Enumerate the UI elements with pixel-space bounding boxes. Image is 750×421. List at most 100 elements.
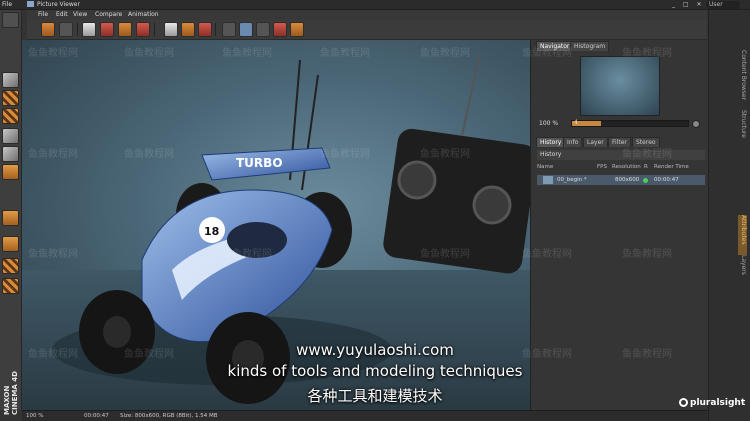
- subtitle-chinese: 各种工具和建模技术: [307, 387, 443, 405]
- viewer-toolbar: [27, 20, 707, 40]
- watermark: 鱼鱼教程网: [124, 349, 174, 360]
- tab-history[interactable]: History: [536, 137, 566, 147]
- navigator-thumbnail[interactable]: [580, 56, 660, 116]
- set-a-icon[interactable]: [273, 22, 287, 37]
- history-col-resolution[interactable]: Resolution: [612, 164, 641, 170]
- axis-mode-icon[interactable]: [2, 210, 19, 226]
- history-header: History: [537, 150, 705, 160]
- user-layout-tab[interactable]: User: [706, 1, 740, 9]
- render-region-icon[interactable]: [118, 22, 132, 37]
- single-view-icon[interactable]: [222, 22, 236, 37]
- watermark: 鱼鱼教程网: [420, 249, 470, 260]
- render-status-dot-icon: [643, 178, 648, 183]
- open-icon[interactable]: [41, 22, 55, 37]
- watermark: 鱼鱼教程网: [124, 149, 174, 160]
- window-title-label: Picture Viewer: [37, 1, 80, 8]
- zoom-apply-button[interactable]: [692, 120, 700, 128]
- menu-animation[interactable]: Animation: [128, 11, 159, 18]
- delete-icon[interactable]: [136, 22, 150, 37]
- fit-view-icon[interactable]: [256, 22, 270, 37]
- watermark: 鱼鱼教程网: [420, 48, 470, 59]
- tab-histogram[interactable]: Histogram: [570, 41, 610, 51]
- planar-workplane-icon[interactable]: [2, 278, 19, 294]
- history-col-r[interactable]: R: [644, 164, 648, 170]
- workplane-mode-icon[interactable]: [2, 108, 19, 124]
- history-row-render-time: 00:00:47: [654, 177, 679, 183]
- maxon-cinema4d-logo: MAXON CINEMA 4D: [3, 371, 19, 415]
- save-icon[interactable]: [59, 22, 73, 37]
- history-col-render-time[interactable]: Render Time: [654, 164, 689, 170]
- tab-structure[interactable]: Structure: [738, 110, 747, 160]
- watermark: 鱼鱼教程网: [622, 149, 672, 160]
- watermark: 鱼鱼教程网: [522, 249, 572, 260]
- car-number: 18: [204, 225, 219, 238]
- compare-a-icon[interactable]: [164, 22, 178, 37]
- side-strip: Content Browser Structure Attributes Lay…: [708, 10, 750, 421]
- tab-attributes[interactable]: Attributes: [738, 215, 747, 255]
- undo-icon[interactable]: [2, 12, 19, 28]
- watermark: 鱼鱼教程网: [320, 48, 370, 59]
- watermark: 鱼鱼教程网: [622, 249, 672, 260]
- history-col-name[interactable]: Name: [537, 164, 553, 170]
- polygons-mode-icon[interactable]: [2, 164, 19, 180]
- status-zoom[interactable]: 100 %: [26, 413, 43, 419]
- render-icon[interactable]: [82, 22, 96, 37]
- watermark: 鱼鱼教程网: [522, 48, 572, 59]
- picture-viewer-app: File Picture Viewer _ □ ✕ User File Edit…: [0, 0, 750, 421]
- navigator-zoom-slider[interactable]: [571, 120, 689, 127]
- picture-viewer-icon: [27, 1, 34, 7]
- watermark: 鱼鱼教程网: [28, 48, 78, 59]
- watermark: 鱼鱼教程网: [28, 249, 78, 260]
- pluralsight-logo: pluralsight: [690, 398, 746, 408]
- stop-render-icon[interactable]: [100, 22, 114, 37]
- status-info: Size: 800x600, RGB (8Bit), 1.54 MB: [120, 413, 218, 419]
- subtitle-english: kinds of tools and modeling techniques: [227, 362, 523, 380]
- watermark: 鱼鱼教程网: [420, 149, 470, 160]
- pluralsight-logo-icon: [679, 398, 688, 407]
- watermark: 鱼鱼教程网: [222, 48, 272, 59]
- history-row[interactable]: 00_begin * 800x600 00:00:47: [537, 175, 705, 185]
- history-columns: Name FPS Resolution R Render Time: [537, 164, 705, 173]
- menu-edit[interactable]: Edit: [56, 11, 68, 18]
- split-view-icon[interactable]: [239, 22, 253, 37]
- window-title: Picture Viewer: [27, 1, 80, 8]
- swap-icon[interactable]: [198, 22, 212, 37]
- menu-view[interactable]: View: [73, 11, 87, 18]
- tab-info[interactable]: Info: [563, 137, 583, 147]
- toolbar-separator: [77, 23, 78, 36]
- car-wing-label: TURBO: [236, 156, 283, 170]
- watermark: 鱼鱼教程网: [124, 48, 174, 59]
- model-mode-icon[interactable]: [2, 72, 19, 88]
- texture-mode-icon[interactable]: [2, 90, 19, 106]
- tab-content-browser[interactable]: Content Browser: [738, 50, 747, 110]
- lock-workplane-icon[interactable]: [2, 258, 19, 274]
- title-bar: File Picture Viewer _ □ ✕ User: [0, 0, 750, 10]
- left-toolbar: MAXON CINEMA 4D: [0, 10, 22, 415]
- tab-layer[interactable]: Layer: [583, 137, 608, 147]
- points-mode-icon[interactable]: [2, 128, 19, 144]
- menu-compare[interactable]: Compare: [95, 11, 122, 18]
- tab-layers[interactable]: Layers: [738, 255, 747, 285]
- status-bar: 100 % 00:00:47 Size: 800x600, RGB (8Bit)…: [22, 410, 708, 421]
- window-controls[interactable]: _ □ ✕: [672, 1, 705, 8]
- compare-b-icon[interactable]: [181, 22, 195, 37]
- watermark: 鱼鱼教程网: [222, 249, 272, 260]
- remote-control: [383, 51, 530, 274]
- history-thumbnail-icon: [543, 176, 553, 184]
- watermark: 鱼鱼教程网: [622, 48, 672, 59]
- watermark: 鱼鱼教程网: [28, 149, 78, 160]
- status-time: 00:00:47: [84, 413, 109, 419]
- navigator-zoom: 100 %: [539, 120, 559, 127]
- edges-mode-icon[interactable]: [2, 146, 19, 162]
- menu-file[interactable]: File: [38, 11, 48, 18]
- history-row-resolution: 800x600: [615, 177, 640, 183]
- history-row-name: 00_begin *: [557, 177, 587, 183]
- host-file-menu[interactable]: File: [2, 1, 12, 8]
- snap-icon[interactable]: [2, 236, 19, 252]
- watermark: 鱼鱼教程网: [28, 349, 78, 360]
- menu-bar: File Edit View Compare Animation: [27, 10, 707, 20]
- history-col-fps[interactable]: FPS: [597, 164, 607, 170]
- toolbar-separator: [215, 23, 216, 36]
- navigator-slider-value: 4: [574, 119, 578, 126]
- set-b-icon[interactable]: [290, 22, 304, 37]
